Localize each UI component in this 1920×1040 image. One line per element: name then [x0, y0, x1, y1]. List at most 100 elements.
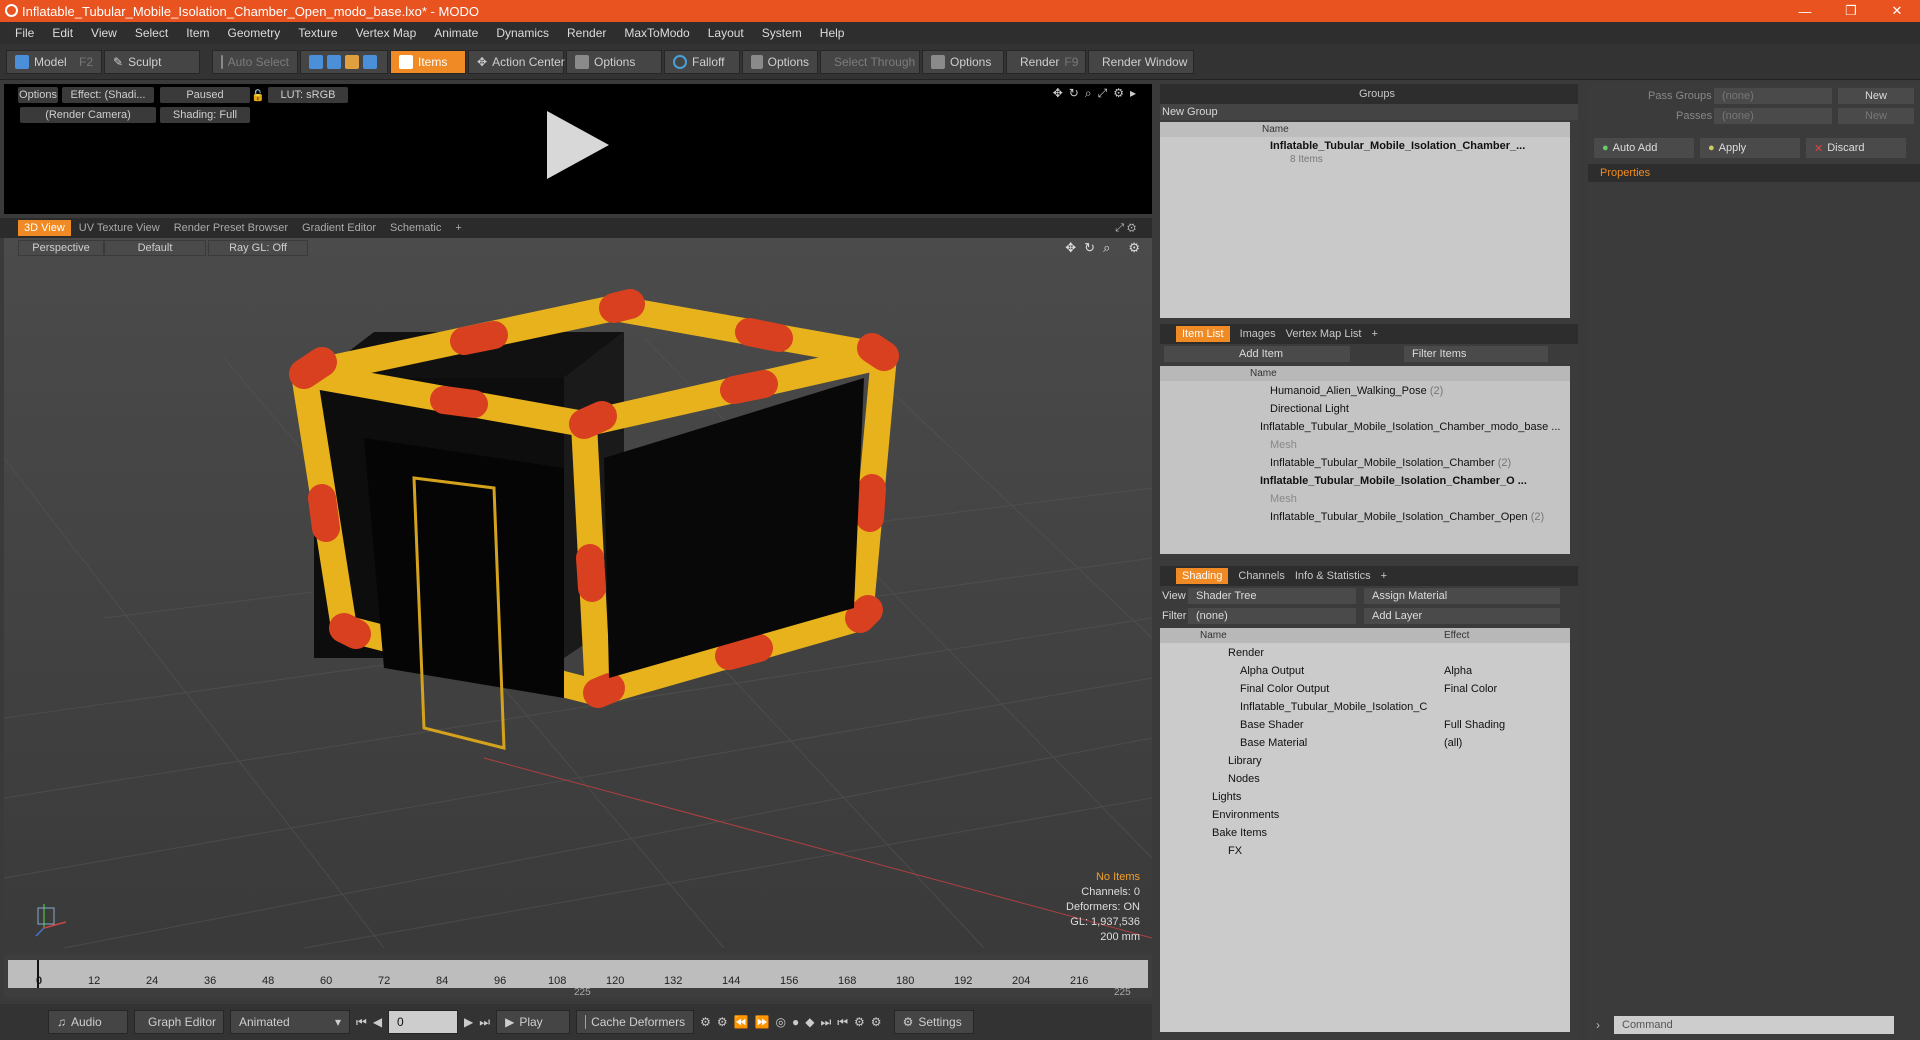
menu-file[interactable]: File [6, 26, 43, 40]
shader-row[interactable]: Nodes [1160, 770, 1570, 788]
animated-dropdown[interactable]: Animated ▾ [230, 1010, 350, 1034]
menu-layout[interactable]: Layout [699, 26, 753, 40]
filter-items-input[interactable]: Filter Items [1404, 346, 1548, 362]
shader-row[interactable]: Base Material (all) [1160, 734, 1570, 752]
tab-properties[interactable]: Properties [1600, 167, 1650, 179]
menu-edit[interactable]: Edit [43, 26, 82, 40]
tab-shading[interactable]: Shading [1176, 568, 1229, 584]
action-center-options-button[interactable]: Options [566, 49, 662, 74]
cache-deformers-button[interactable]: Cache Deformers [576, 1010, 695, 1034]
shader-row[interactable]: Lights [1160, 788, 1570, 806]
menu-render[interactable]: Render [558, 26, 615, 40]
menu-vertex-map[interactable]: Vertex Map [347, 26, 426, 40]
list-item[interactable]: Inflatable_Tubular_Mobile_Isolation_Cham… [1160, 418, 1570, 436]
discard-button[interactable]: ✕ Discard [1806, 138, 1906, 158]
tab-gradient-editor[interactable]: Gradient Editor [296, 220, 382, 236]
effect-dropdown[interactable]: Effect: (Shadi... [62, 87, 154, 103]
add-item-dropdown[interactable]: Add Item [1164, 346, 1350, 362]
step-forward-icon[interactable]: ▶ [464, 1015, 473, 1029]
tab-images[interactable]: Images [1240, 328, 1276, 340]
add-tab-button[interactable]: + [449, 220, 467, 236]
falloff-options-button[interactable]: Options [742, 49, 818, 74]
add-tab-button[interactable]: + [1371, 328, 1377, 340]
shader-row[interactable]: Inflatable_Tubular_Mobile_Isolation_C [1160, 698, 1570, 716]
menu-dynamics[interactable]: Dynamics [487, 26, 558, 40]
tab-render-preset-browser[interactable]: Render Preset Browser [168, 220, 294, 236]
shading-dropdown[interactable]: Shading: Full [160, 107, 250, 123]
new-pass-button[interactable]: New [1838, 108, 1914, 124]
playhead[interactable] [37, 960, 39, 988]
select-options-button[interactable]: Options [922, 49, 1004, 74]
close-button[interactable]: ✕ [1874, 0, 1920, 22]
action-center-button[interactable]: ✥ Action Center [468, 49, 565, 74]
frame-input[interactable]: 0 [388, 1010, 459, 1034]
tab-item-list[interactable]: Item List [1176, 326, 1230, 342]
shader-row[interactable]: Alpha Output Alpha [1160, 662, 1570, 680]
falloff-button[interactable]: Falloff [664, 49, 740, 74]
new-pass-group-button[interactable]: New [1838, 88, 1914, 104]
timeline[interactable]: 0 12 24 36 48 60 72 84 96 108 120 132 14… [4, 954, 1152, 998]
step-back-icon[interactable]: ◀ [373, 1015, 382, 1029]
edge-mode-icon[interactable] [327, 54, 341, 69]
auto-select-button[interactable]: Auto Select [212, 49, 298, 74]
sculpt-mode-button[interactable]: ✎ Sculpt [104, 49, 200, 74]
jump-end-icon[interactable]: ⏭ [479, 1015, 490, 1030]
add-tab-button[interactable]: + [1381, 570, 1387, 582]
menu-maxtomodo[interactable]: MaxToModo [615, 26, 698, 40]
pan-icon[interactable]: ✥ [1053, 86, 1063, 101]
list-item[interactable]: Humanoid_Alien_Walking_Pose (2) [1160, 382, 1570, 400]
preview-options-button[interactable]: Options [18, 87, 58, 103]
render-camera-dropdown[interactable]: (Render Camera) [20, 107, 156, 123]
new-group-button[interactable]: New Group [1160, 104, 1578, 120]
shader-row[interactable]: Library [1160, 752, 1570, 770]
shader-row[interactable]: Render [1160, 644, 1570, 662]
maximize-button[interactable]: ❐ [1828, 0, 1874, 22]
expand-icon[interactable]: ▸ [1130, 86, 1136, 101]
shader-row[interactable]: Final Color Output Final Color [1160, 680, 1570, 698]
audio-button[interactable]: ♫ Audio [48, 1010, 128, 1034]
menu-texture[interactable]: Texture [289, 26, 346, 40]
pass-groups-dropdown[interactable]: (none) [1714, 88, 1832, 104]
zoom-icon[interactable]: ⌕ [1085, 86, 1092, 101]
viewport-gear-icon[interactable]: ⤢ ⚙ [1109, 220, 1142, 237]
add-layer-dropdown[interactable]: Add Layer [1364, 608, 1560, 624]
keyframe-tools-icons[interactable]: ⚙⚙⏪⏩◎●◆⏭⏮⚙⚙ [700, 1015, 887, 1030]
filter-dropdown[interactable]: (none) [1188, 608, 1356, 624]
menu-select[interactable]: Select [126, 26, 177, 40]
tab-info-statistics[interactable]: Info & Statistics [1295, 570, 1371, 582]
passes-dropdown[interactable]: (none) [1714, 108, 1832, 124]
play-preview-icon[interactable] [547, 111, 609, 179]
list-item[interactable]: Inflatable_Tubular_Mobile_Isolation_Cham… [1160, 508, 1570, 526]
menu-item[interactable]: Item [177, 26, 218, 40]
menu-geometry[interactable]: Geometry [219, 26, 290, 40]
timeline-ruler[interactable]: 0 12 24 36 48 60 72 84 96 108 120 132 14… [8, 960, 1148, 998]
tab-uv-texture-view[interactable]: UV Texture View [73, 220, 166, 236]
list-item[interactable]: Inflatable_Tubular_Mobile_Isolation_Cham… [1160, 454, 1570, 472]
gear-icon[interactable]: ⚙ [1113, 86, 1124, 101]
render-window-button[interactable]: Render Window [1088, 49, 1194, 74]
shader-row[interactable]: FX [1160, 842, 1570, 860]
menu-animate[interactable]: Animate [425, 26, 487, 40]
rotate-icon[interactable]: ↻ [1069, 86, 1079, 101]
select-through-button[interactable]: Select Through [820, 49, 920, 74]
graph-editor-button[interactable]: Graph Editor [134, 1010, 224, 1034]
material-mode-icon[interactable] [363, 54, 377, 69]
render-button[interactable]: Render F9 [1006, 49, 1086, 74]
shader-row[interactable]: Bake Items [1160, 824, 1570, 842]
tab-vertex-map-list[interactable]: Vertex Map List [1286, 328, 1362, 340]
group-item-name[interactable]: Inflatable_Tubular_Mobile_Isolation_Cham… [1270, 140, 1525, 152]
auto-add-button[interactable]: ● Auto Add [1594, 138, 1694, 158]
model-mode-button[interactable]: Model F2 [6, 49, 102, 74]
menu-system[interactable]: System [753, 26, 811, 40]
jump-start-icon[interactable]: ⏮ [356, 1015, 367, 1030]
items-mode-button[interactable]: Items [390, 49, 466, 74]
list-item[interactable]: Mesh [1160, 490, 1570, 508]
list-item[interactable]: Mesh [1160, 436, 1570, 454]
minimize-button[interactable]: — [1782, 0, 1828, 22]
menu-help[interactable]: Help [811, 26, 854, 40]
command-input[interactable]: Command [1614, 1016, 1894, 1034]
list-item[interactable]: Directional Light [1160, 400, 1570, 418]
play-button[interactable]: ▶ Play [496, 1010, 571, 1034]
fit-icon[interactable]: ⤢ [1098, 86, 1108, 101]
shader-row[interactable]: Environments [1160, 806, 1570, 824]
